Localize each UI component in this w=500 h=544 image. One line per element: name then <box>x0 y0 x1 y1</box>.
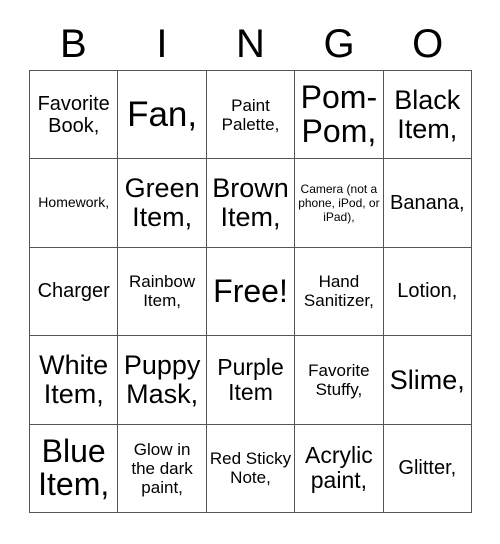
bingo-cell-label: Free! <box>213 272 288 309</box>
bingo-cell-g3[interactable]: Hand Sanitizer, <box>295 247 384 337</box>
bingo-cell-label: Pom-Pom, <box>300 79 378 149</box>
bingo-cell-n1[interactable]: Paint Palette, <box>206 71 296 160</box>
bingo-cell-n2[interactable]: Brown Item, <box>206 159 296 248</box>
bingo-cell-o3[interactable]: Lotion, <box>383 247 472 337</box>
bingo-header-letter-b: B <box>59 22 87 66</box>
bingo-cell-label: Purple Item <box>217 354 284 405</box>
bingo-cell-label: Hand Sanitizer, <box>303 272 374 311</box>
bingo-cell-b4[interactable]: White Item, <box>30 336 119 425</box>
bingo-cell-i2[interactable]: Green Item, <box>118 159 207 248</box>
bingo-header-letter-n: N <box>236 22 265 66</box>
bingo-cell-b3[interactable]: Charger <box>30 247 119 337</box>
bingo-cell-label: Green Item, <box>124 173 200 233</box>
bingo-cell-i4[interactable]: Puppy Mask, <box>118 336 207 425</box>
bingo-cell-label: Rainbow Item, <box>129 272 196 311</box>
bingo-header-letter-i: I <box>156 22 168 66</box>
bingo-cell-label: Fan, <box>127 94 198 134</box>
bingo-cell-label: Homework, <box>38 194 110 211</box>
bingo-cell-i1[interactable]: Fan, <box>118 71 207 160</box>
bingo-cell-label: Blue Item, <box>38 433 110 503</box>
bingo-header-letter-g: G <box>323 22 355 66</box>
bingo-cell-b2[interactable]: Homework, <box>30 159 119 248</box>
bingo-cell-label: Paint Palette, <box>221 95 280 134</box>
bingo-card: B I N G O Favorite Book, Fan, Paint Palett… <box>0 0 500 544</box>
bingo-cell-label: Slime, <box>389 364 465 395</box>
bingo-cell-b1[interactable]: Favorite Book, <box>30 71 119 160</box>
bingo-cell-label: Glow in the dark paint, <box>131 439 193 497</box>
bingo-header-letter-o: O <box>412 22 444 66</box>
bingo-cell-label: Banana, <box>390 192 465 215</box>
bingo-cell-n3-free[interactable]: Free! <box>206 247 296 337</box>
bingo-cell-label: Acrylic paint, <box>305 442 373 494</box>
bingo-cell-i5[interactable]: Glow in the dark paint, <box>118 424 207 513</box>
bingo-cell-label: Favorite Stuffy, <box>308 360 370 399</box>
bingo-cell-n5[interactable]: Red Sticky Note, <box>206 424 296 513</box>
bingo-cell-g5[interactable]: Acrylic paint, <box>295 424 384 513</box>
bingo-cell-i3[interactable]: Rainbow Item, <box>118 247 207 337</box>
bingo-cell-label: Camera (not a phone, iPod, or iPad), <box>298 181 380 225</box>
bingo-cell-label: Puppy Mask, <box>123 350 201 409</box>
bingo-cell-label: Favorite Book, <box>37 92 110 137</box>
bingo-cell-o1[interactable]: Black Item, <box>383 71 472 160</box>
bingo-cell-g4[interactable]: Favorite Stuffy, <box>295 336 384 425</box>
bingo-cell-g2[interactable]: Camera (not a phone, iPod, or iPad), <box>295 159 384 248</box>
bingo-cell-g1[interactable]: Pom-Pom, <box>295 71 384 160</box>
bingo-grid: Favorite Book, Fan, Paint Palette, Pom-Pom,… <box>29 70 472 513</box>
bingo-cell-label: White Item, <box>39 350 109 409</box>
bingo-cell-label: Black Item, <box>394 85 461 144</box>
bingo-cell-o5[interactable]: Glitter, <box>383 424 472 513</box>
bingo-cell-label: Lotion, <box>397 280 458 303</box>
bingo-cell-label: Charger <box>37 280 110 303</box>
bingo-cell-n4[interactable]: Purple Item <box>206 336 296 425</box>
bingo-cell-b5[interactable]: Blue Item, <box>30 424 119 513</box>
bingo-cell-label: Glitter, <box>398 457 457 480</box>
bingo-cell-label: Brown Item, <box>212 173 289 233</box>
bingo-cell-o4[interactable]: Slime, <box>383 336 472 425</box>
bingo-cell-label: Red Sticky Note, <box>209 449 292 488</box>
bingo-cell-o2[interactable]: Banana, <box>383 159 472 248</box>
bingo-header: B I N G O <box>29 18 472 70</box>
